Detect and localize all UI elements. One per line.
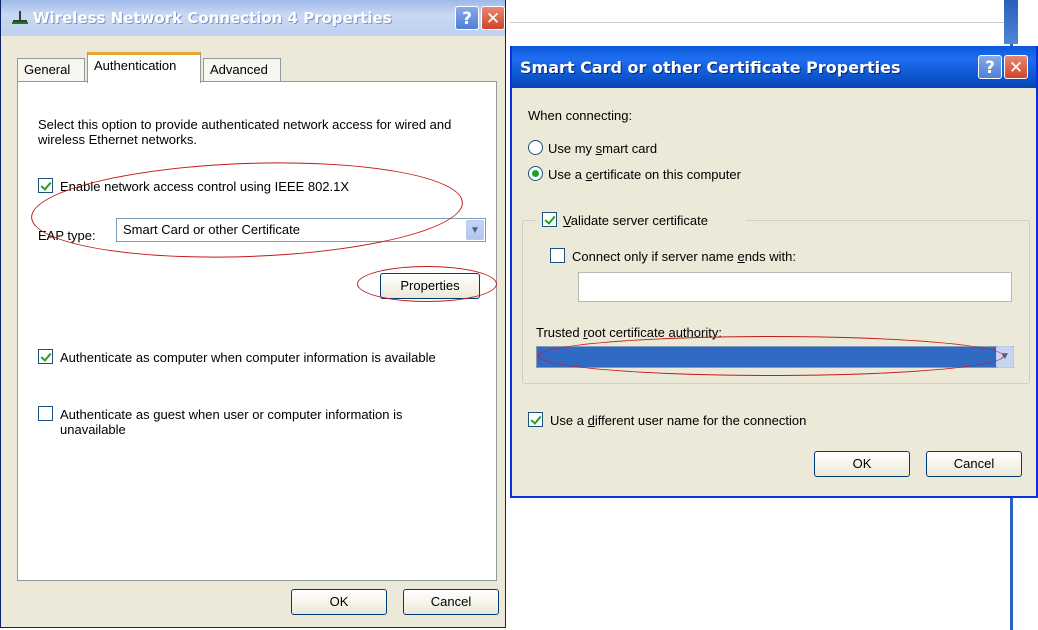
connect-only-label: Connect only if server name ends with: xyxy=(572,249,797,264)
enable-8021x-checkbox[interactable] xyxy=(38,178,53,193)
ok-button[interactable]: OK xyxy=(291,589,387,615)
use-smart-card-radio[interactable] xyxy=(528,140,543,155)
tab-label: Authentication xyxy=(94,58,177,73)
window-title: Smart Card or other Certificate Properti… xyxy=(520,57,901,77)
validate-server-label: Validate server certificate xyxy=(563,213,708,228)
groupbox-header: Validate server certificate xyxy=(536,210,746,230)
properties-button[interactable]: Properties xyxy=(380,273,480,299)
use-certificate-label: Use a certificate on this computer xyxy=(548,167,741,182)
ok-button[interactable]: OK xyxy=(814,451,910,477)
cancel-button[interactable]: Cancel xyxy=(926,451,1022,477)
connect-only-checkbox[interactable] xyxy=(550,248,565,263)
trusted-root-select[interactable]: ▼ xyxy=(536,346,1014,368)
chevron-down-icon[interactable]: ▼ xyxy=(466,220,484,240)
trusted-root-label: Trusted root certificate authority: xyxy=(536,325,722,340)
different-user-label: Use a different user name for the connec… xyxy=(550,413,807,428)
window-title: Wireless Network Connection 4 Properties xyxy=(33,9,392,27)
description-text: Select this option to provide authentica… xyxy=(38,117,452,147)
tab-label: Advanced xyxy=(210,62,268,77)
when-connecting-label: When connecting: xyxy=(528,108,633,123)
server-name-input[interactable] xyxy=(578,272,1012,302)
eap-type-select[interactable]: Smart Card or other Certificate ▼ xyxy=(116,218,486,242)
smart-card-properties-dialog: Smart Card or other Certificate Properti… xyxy=(510,46,1038,498)
use-certificate-radio[interactable] xyxy=(528,166,543,181)
close-button[interactable]: ✕ xyxy=(481,6,505,30)
eap-type-label: EAP type: xyxy=(38,228,96,243)
title-bar[interactable]: Wireless Network Connection 4 Properties… xyxy=(1,0,505,36)
close-button[interactable]: ✕ xyxy=(1004,55,1028,79)
help-button[interactable]: ? xyxy=(978,55,1002,79)
different-user-checkbox[interactable] xyxy=(528,412,543,427)
cancel-button[interactable]: Cancel xyxy=(403,589,499,615)
auth-computer-checkbox[interactable] xyxy=(38,349,53,364)
enable-8021x-label: Enable network access control using IEEE… xyxy=(60,179,350,194)
eap-type-value: Smart Card or other Certificate xyxy=(123,222,301,237)
validate-server-checkbox[interactable] xyxy=(542,212,557,227)
help-button[interactable]: ? xyxy=(455,6,479,30)
tab-authentication[interactable]: Authentication xyxy=(87,52,201,83)
tab-label: General xyxy=(24,62,71,77)
background-divider xyxy=(510,22,1004,23)
network-icon xyxy=(12,11,28,24)
tab-general[interactable]: General xyxy=(17,58,85,82)
use-smart-card-label: Use my smart card xyxy=(548,141,658,156)
auth-guest-label: Authenticate as guest when user or compu… xyxy=(60,407,403,437)
tab-advanced[interactable]: Advanced xyxy=(203,58,281,82)
chevron-down-icon[interactable]: ▼ xyxy=(996,346,1014,368)
background-window-edge xyxy=(1004,0,1018,44)
auth-computer-label: Authenticate as computer when computer i… xyxy=(60,350,436,365)
title-bar[interactable]: Smart Card or other Certificate Properti… xyxy=(512,46,1036,88)
authentication-panel: Select this option to provide authentica… xyxy=(17,81,497,581)
auth-guest-checkbox[interactable] xyxy=(38,406,53,421)
wireless-properties-dialog: Wireless Network Connection 4 Properties… xyxy=(0,0,506,628)
